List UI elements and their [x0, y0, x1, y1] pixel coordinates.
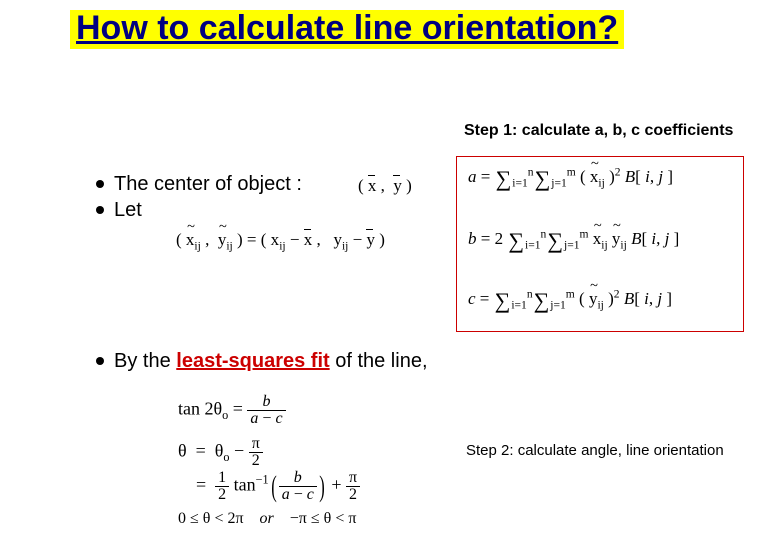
lsq-post: of the line,: [330, 350, 428, 372]
math-b: b = 2 ∑i=1n∑j=1m xij yij B[ i, j ]: [468, 228, 679, 254]
math-tan: tan 2θo = ba − c: [178, 394, 286, 427]
bullet-icon: [96, 206, 104, 214]
bullet-center-text: The center of object :: [114, 172, 302, 196]
math-let-definition: ( xij , yij ) = ( xij − x , yij − y ): [176, 230, 385, 250]
math-theta-range: 0 ≤ θ < 2π or −π ≤ θ < π: [178, 510, 356, 528]
bullet-icon: [96, 180, 104, 188]
step2-label: Step 2: calculate angle, line orientatio…: [466, 442, 724, 459]
step1-label: Step 1: calculate a, b, c coefficients: [464, 122, 733, 140]
math-a: a = ∑i=1n∑j=1m ( xij )2 B[ i, j ]: [468, 166, 673, 192]
bullet-lsq-text: By the least-squares fit of the line,: [114, 349, 428, 373]
bullet-icon: [96, 357, 104, 365]
math-center-tuple: ( x , y ): [358, 176, 412, 196]
bullet-let-text: Let: [114, 198, 142, 222]
lsq-pre: By the: [114, 350, 176, 372]
slide-title: How to calculate line orientation?: [70, 10, 624, 49]
slide: How to calculate line orientation? Step …: [0, 0, 780, 540]
lsq-highlight: least-squares fit: [176, 350, 329, 372]
math-theta-line1: θ = θo − π2: [178, 436, 263, 469]
bullet-lsq: By the least-squares fit of the line,: [96, 349, 428, 373]
bullet-let: Let: [96, 198, 142, 222]
math-theta-line2: = 12 tan−1(ba − c) + π2: [196, 470, 360, 503]
math-c: c = ∑i=1n∑j=1m ( yij )2 B[ i, j ]: [468, 288, 672, 314]
bullet-center: The center of object :: [96, 172, 302, 196]
